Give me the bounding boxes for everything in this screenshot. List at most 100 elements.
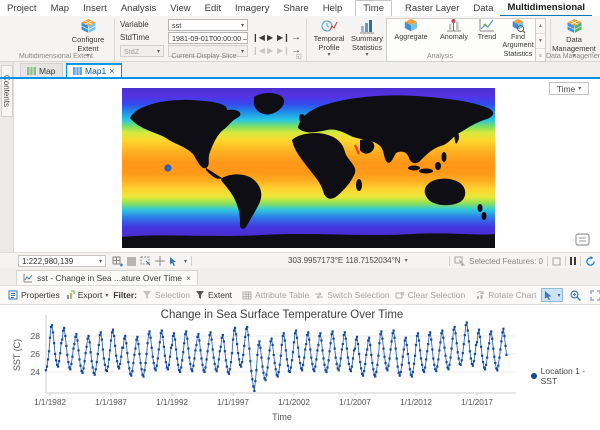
tab-time[interactable]: Time [355,0,392,17]
tab-help[interactable]: Help [316,1,350,16]
temporal-profile-button[interactable]: Temporal Profile ▾ [309,18,349,59]
cube-icon [79,18,98,35]
map-time-button[interactable]: Time▾ [549,82,589,95]
find-argument-statistics-button[interactable]: Find Argument Statistics [500,18,536,58]
chart-body[interactable]: 2426281/1/19821/1/19871/1/19921/1/19971/… [0,305,600,430]
square-swatch-icon[interactable] [127,257,136,266]
refresh-icon[interactable] [585,256,596,267]
svg-text:1/1/1992: 1/1/1992 [156,398,188,407]
ribbon-collapse-icon[interactable]: ⌃ [590,51,596,59]
clear-selection-button[interactable]: Clear Selection [395,290,466,300]
scale-combobox[interactable]: 1:222,980,139▾ [18,255,106,267]
variable-combobox[interactable]: sst▾ [168,19,248,31]
view-tab-map1[interactable]: Map1 × [66,63,122,78]
step-back-button[interactable]: ❙◀ [252,33,265,42]
full-extent-button[interactable] [588,289,600,302]
switch-selection-icon [314,291,324,300]
stdtime-combobox[interactable]: 1981-09-01T00:00:00 –▾ [168,32,248,44]
chart-icon [23,273,33,283]
anomaly-icon [446,18,462,33]
tab-view[interactable]: View [163,1,197,16]
contents-pane-tab[interactable]: Contents [1,65,13,117]
tab-multidimensional[interactable]: Multidimensional [500,0,592,17]
anomaly-button[interactable]: Anomaly [434,18,474,41]
funnel-icon [195,290,205,300]
rotate-chart-button[interactable]: Rotate Chart [475,290,536,300]
magnifier-plus-icon [570,290,581,301]
pointer-snap-icon[interactable] [169,256,180,266]
dialog-launcher-icon[interactable]: ◱ [296,53,302,60]
tab-share[interactable]: Share [276,1,315,16]
tab-analysis[interactable]: Analysis [114,1,163,16]
properties-button[interactable]: Properties [8,290,60,300]
gallery-scrollbar[interactable]: ▲▼≡ [536,18,546,62]
tab-imagery[interactable]: Imagery [228,1,276,16]
tab-project[interactable]: Project [0,1,44,16]
export-icon [65,290,75,300]
location-1-marker[interactable] [165,165,171,171]
chart-tab[interactable]: sst - Change in Sea ...ature Over Time × [16,270,198,285]
coordinates-readout[interactable]: 303.9957173°E 118.7152034°N▾ [288,256,408,265]
crosshair-icon[interactable] [155,256,165,266]
pointer-icon [544,290,554,300]
selected-features-count[interactable]: Selected Features: 0 [469,257,543,266]
tab-raster-layer[interactable]: Raster Layer [398,1,466,16]
close-icon[interactable]: × [109,66,114,76]
chart-toolbar: Properties Export ▾ Filter: Selection Ex… [0,285,600,305]
tab-insert[interactable]: Insert [76,1,114,16]
variable-label: Variable [120,20,149,29]
svg-text:1/1/1987: 1/1/1987 [95,398,127,407]
svg-text:1/1/2017: 1/1/2017 [461,398,493,407]
rotate-chart-icon [475,291,485,300]
svg-text:28: 28 [31,331,41,341]
map-status-bar: 1:222,980,139▾ ▾ 303.9957173°E 118.71520… [0,252,600,268]
tab-edit[interactable]: Edit [198,1,228,16]
svg-text:1/1/1997: 1/1/1997 [217,398,249,407]
clear-selection-icon [395,291,405,300]
map-view[interactable]: Time▾ [14,79,600,252]
attribute-table-button[interactable]: Attribute Table [242,290,309,300]
export-button[interactable]: Export ▾ [65,290,109,300]
find-argument-statistics-icon [510,18,526,33]
zoom-in-tool-button[interactable] [568,289,583,302]
select-features-icon [454,256,465,266]
gallery-scroll-down-icon[interactable]: ▼ [536,34,545,49]
view-tab-map[interactable]: Map [20,63,63,78]
filter-label: Filter: [113,290,137,300]
trend-icon [479,18,495,33]
contents-pane-strip: Contents [0,62,14,252]
step-forward-button[interactable]: ▶❙ [277,33,290,42]
chevron-down-icon: ▾ [557,292,560,299]
next-arrow-icon[interactable]: → [291,32,301,43]
aggregate-icon [403,18,419,33]
tab-data[interactable]: Data [466,1,500,16]
chevron-down-icon: ▾ [405,257,408,264]
pause-drawing-button[interactable] [570,257,576,265]
ribbon: Configure Extent ▾ Multidimensional Exte… [0,16,600,62]
svg-text:24: 24 [31,367,41,377]
aggregate-button[interactable]: Aggregate [390,18,432,41]
switch-selection-button[interactable]: Switch Selection [314,290,389,300]
map-icon [27,67,36,75]
gallery-scroll-up-icon[interactable]: ▲ [536,19,545,34]
close-icon[interactable]: × [186,273,191,283]
selection-rectangle-icon[interactable] [140,256,151,266]
snapshot-icon[interactable] [552,257,561,266]
group-label-analysis: Analysis [380,53,500,60]
chevron-down-icon: ▾ [99,258,102,265]
chart-legend[interactable]: Location 1 - SST [531,366,600,386]
chart-panel: sst - Change in Sea ...ature Over Time ×… [0,268,600,430]
chevron-down-icon: ▾ [247,35,248,42]
grid-add-icon[interactable] [112,256,123,267]
filter-selection-button[interactable]: Selection [142,290,190,300]
group-label-extent: Multidimensional Extent [0,53,112,60]
trend-button[interactable]: Trend [472,18,502,41]
chart-pointer-tool-button[interactable]: ▾ [541,288,563,302]
chevron-down-icon: ▾ [365,52,368,59]
play-button[interactable]: ▶ [267,33,273,42]
filter-extent-button[interactable]: Extent [195,290,232,300]
chevron-down-icon[interactable]: ▾ [184,258,187,265]
sst-raster-map[interactable] [122,88,495,248]
map-overlay-icon[interactable] [575,233,590,246]
tab-map[interactable]: Map [44,1,76,16]
